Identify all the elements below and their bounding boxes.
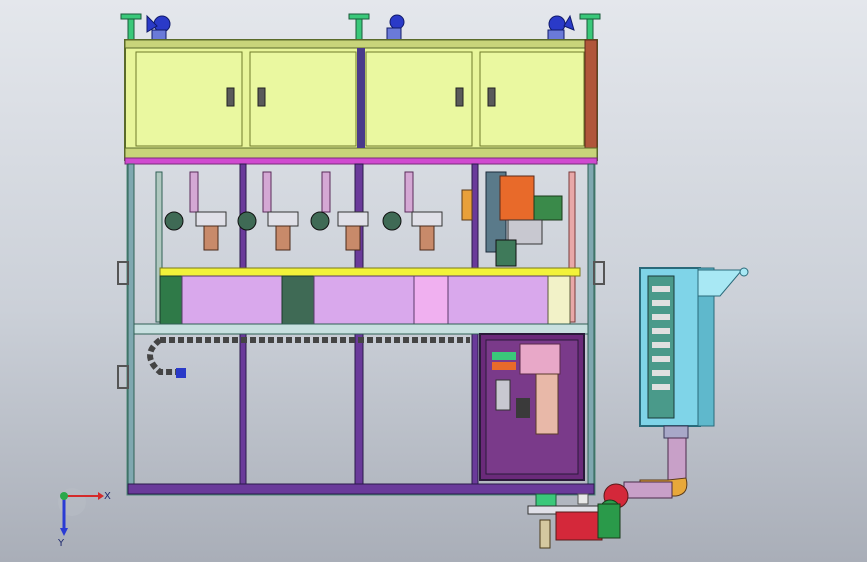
cad-viewport[interactable]: X Y xyxy=(0,0,867,562)
cabinet-door-2[interactable] xyxy=(249,51,357,147)
spindle-head-1 xyxy=(164,171,227,251)
x-axis-label: X xyxy=(104,491,111,502)
post-left xyxy=(120,13,142,41)
post-center xyxy=(348,13,370,41)
work-table xyxy=(133,267,589,335)
fan-icon xyxy=(386,14,405,41)
spindle-head-2 xyxy=(237,171,299,251)
cabinet-door-4[interactable] xyxy=(479,51,585,147)
fan-icon xyxy=(547,14,575,41)
cabinet-door-1[interactable] xyxy=(135,51,243,147)
cabinet-handle-icon xyxy=(455,87,464,107)
upper-cabinet[interactable] xyxy=(124,39,598,161)
post-right xyxy=(579,13,601,41)
electrical-box[interactable] xyxy=(639,267,749,427)
fan-icon xyxy=(146,14,171,41)
y-axis-label: Y xyxy=(57,538,65,549)
axis-triad-icon: X Y xyxy=(57,488,111,549)
cabinet-handle-icon xyxy=(487,87,496,107)
cabinet-door-3[interactable] xyxy=(365,51,473,147)
cabinet-handle-icon xyxy=(226,87,235,107)
cabinet-handle-icon xyxy=(257,87,266,107)
cable-chain xyxy=(147,337,470,378)
control-cabinet[interactable] xyxy=(479,333,585,481)
spindle-head-4 xyxy=(382,171,443,251)
top-fittings xyxy=(120,13,601,41)
